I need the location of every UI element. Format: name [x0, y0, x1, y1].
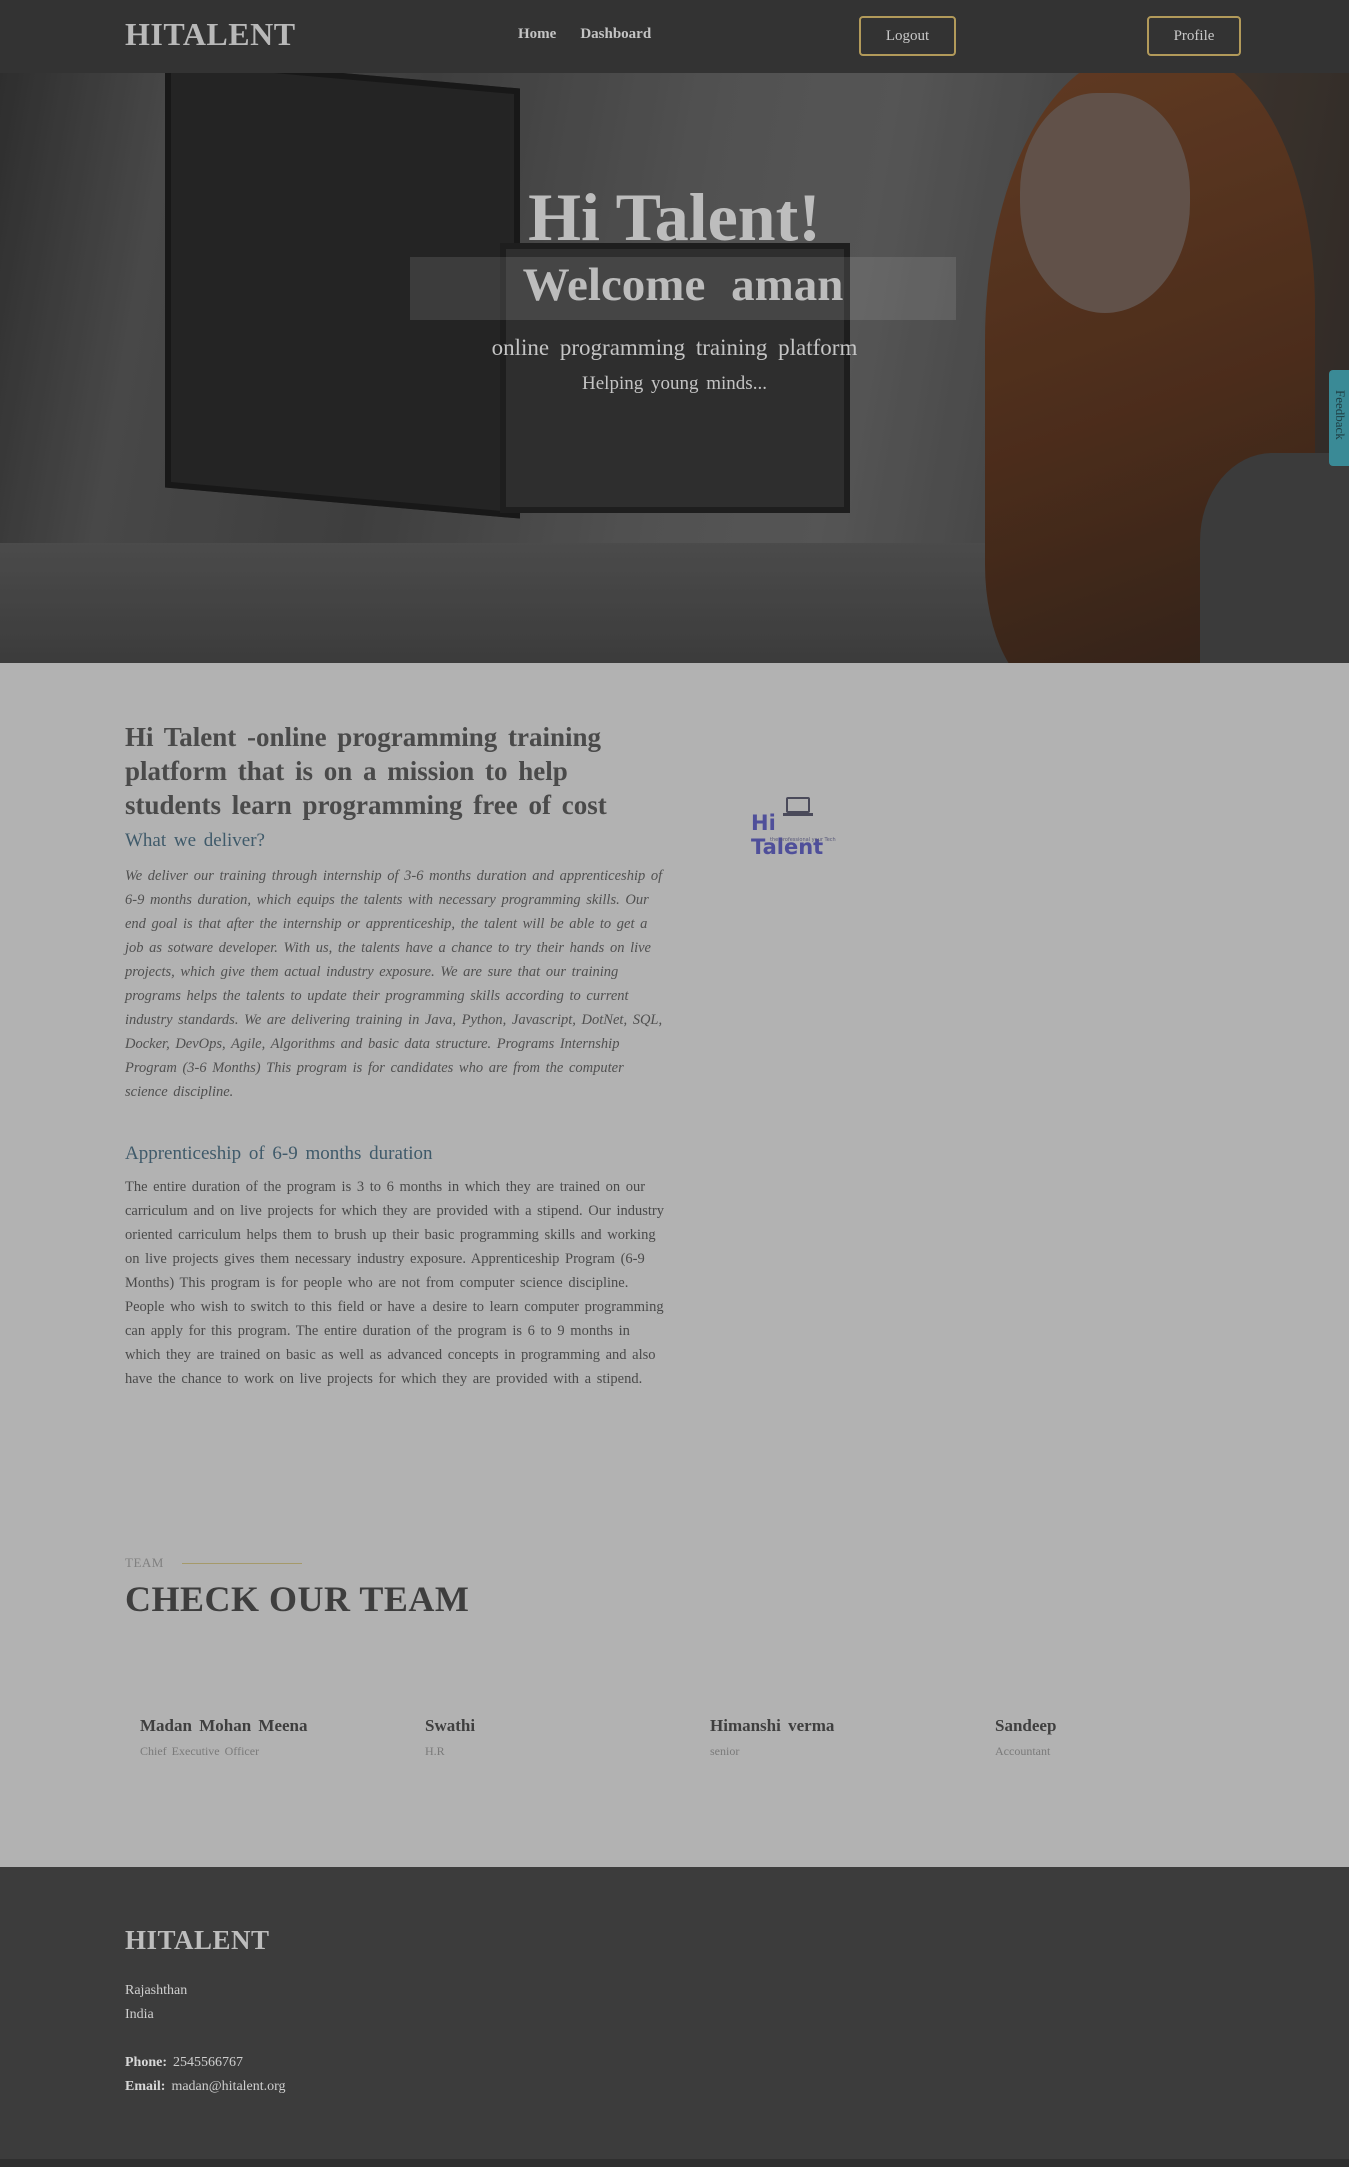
- profile-button[interactable]: Profile: [1147, 16, 1241, 56]
- hero-tagline: online programming training platform: [491, 335, 858, 360]
- team-member-role: senior: [710, 1744, 740, 1758]
- footer-phone: Phone: 2545566767: [125, 2055, 243, 2071]
- team-member-name: Himanshi verma: [710, 1716, 835, 1735]
- top-navbar: HITALENT Home Dashboard Logout Profile: [0, 0, 1349, 73]
- team-label-divider: [182, 1563, 302, 1564]
- email-label: Email:: [125, 2079, 166, 2094]
- hero-overlay: [0, 73, 1349, 663]
- footer-address-line1: Rajashthan: [125, 1983, 188, 1998]
- site-logo[interactable]: HITALENT: [125, 16, 296, 53]
- team-member-card: Sandeep Accountant: [995, 1716, 1056, 1759]
- footer-email: Email: madan@hitalent.org: [125, 2079, 286, 2095]
- deliver-heading: What we deliver?: [125, 830, 265, 851]
- footer-bottom-bar: [0, 2159, 1349, 2167]
- logout-button[interactable]: Logout: [859, 16, 956, 56]
- hero-banner: [0, 73, 1349, 663]
- team-member-role: H.R: [425, 1744, 445, 1758]
- team-section-title: CHECK OUR TEAM: [125, 1579, 470, 1619]
- team-member-role: Chief Executive Officer: [140, 1744, 260, 1758]
- team-section-label: TEAM: [125, 1555, 164, 1570]
- hero-title: Hi Talent!: [528, 179, 821, 255]
- apprenticeship-heading: Apprenticeship of 6-9 months duration: [125, 1143, 433, 1164]
- brand-tagline: the professional your Tech: [770, 837, 836, 843]
- hero-subtagline: Helping young minds...: [582, 373, 767, 394]
- team-member-name: Madan Mohan Meena: [140, 1716, 308, 1735]
- footer-logo: HITALENT: [125, 1925, 270, 1955]
- feedback-tab[interactable]: Feedback: [1329, 370, 1349, 466]
- team-member-name: Sandeep: [995, 1716, 1057, 1735]
- apprenticeship-description: The entire duration of the program is 3 …: [125, 1179, 664, 1387]
- team-member-card: Swathi H.R: [425, 1716, 475, 1759]
- nav-home-link[interactable]: Home: [518, 26, 556, 43]
- phone-label: Phone:: [125, 2055, 167, 2070]
- phone-value: 2545566767: [173, 2055, 243, 2070]
- team-member-card: Himanshi verma senior: [710, 1716, 834, 1759]
- email-value[interactable]: madan@hitalent.org: [171, 2079, 285, 2094]
- team-member-name: Swathi: [425, 1716, 476, 1735]
- nav-dashboard-link[interactable]: Dashboard: [580, 26, 651, 43]
- footer-address-line2: India: [125, 2007, 154, 2022]
- deliver-description: We deliver our training through internsh…: [125, 868, 663, 1100]
- main-nav: Home Dashboard: [518, 26, 651, 43]
- team-member-card: Madan Mohan Meena Chief Executive Office…: [140, 1716, 308, 1759]
- about-heading: Hi Talent -online programming training p…: [125, 722, 607, 820]
- hitalent-brand-logo: Hi Talent the professional your Tech: [750, 795, 850, 859]
- feedback-label: Feedback: [1333, 390, 1348, 440]
- team-member-role: Accountant: [995, 1744, 1051, 1758]
- site-footer: [0, 1867, 1349, 2167]
- brand-name: Hi Talent: [751, 811, 824, 859]
- welcome-message: Welcome aman: [522, 259, 844, 311]
